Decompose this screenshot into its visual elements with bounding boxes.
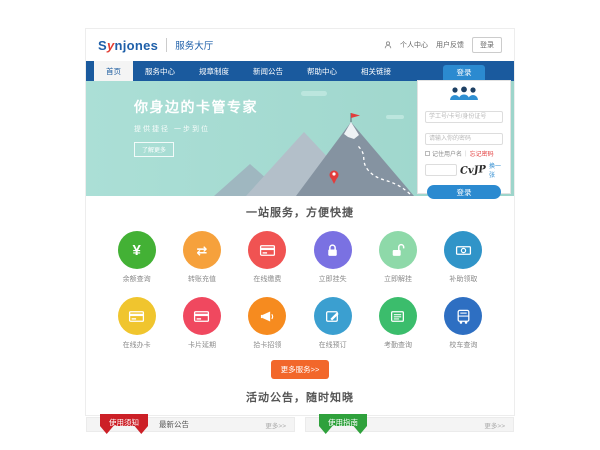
captcha-image[interactable]: CvJP	[460, 164, 487, 177]
page: Synjones 服务大厅 个人中心 用户反馈 登录 首页服务中心规章制度新闻公…	[0, 0, 600, 450]
remember-label: 记住用户名	[432, 149, 462, 158]
mountain-illustration	[214, 112, 419, 196]
captcha-input[interactable]	[425, 164, 457, 176]
nav-item[interactable]: 服务中心	[133, 61, 187, 81]
unlock-icon[interactable]	[379, 231, 417, 269]
services-section: 一站服务，方便快捷 ¥ 余额查询 ⇄ 转账充值 在线缴费 立即挂失 立即解挂 补助领取在线办卡…	[86, 196, 514, 379]
service-item[interactable]: 卡片延期	[169, 297, 234, 350]
captcha-row: CvJP 换一张	[425, 161, 503, 179]
hero-cta-button[interactable]: 了解更多	[134, 142, 174, 157]
banknote-icon[interactable]	[444, 231, 482, 269]
notice-column: 使用须知 最新公告 更多>>	[86, 417, 295, 432]
edit-icon[interactable]	[314, 297, 352, 335]
nav-item[interactable]: 帮助中心	[295, 61, 349, 81]
feedback-link[interactable]: 用户反馈	[436, 40, 464, 50]
service-label: 立即挂失	[319, 274, 347, 284]
login-tab[interactable]: 登录	[443, 65, 485, 80]
services-grid: ¥ 余额查询 ⇄ 转账充值 在线缴费 立即挂失 立即解挂 补助领取在线办卡 卡片延期 拾卡招领 在线…	[86, 231, 514, 350]
announcements-title: 活动公告，随时知晓	[86, 389, 514, 405]
service-label: 校车查询	[449, 340, 477, 350]
service-item[interactable]: 在线缴费	[235, 231, 300, 284]
card-icon[interactable]	[248, 231, 286, 269]
bus-icon[interactable]	[444, 297, 482, 335]
announcement-columns: 使用须知 最新公告 更多>> 使用指南 更多>>	[86, 417, 514, 432]
hero-banner: 你身边的卡管专家 提供捷径 一步到位 了解更多 登录	[86, 81, 514, 196]
header-login-button[interactable]: 登录	[472, 37, 502, 53]
service-item[interactable]: 立即挂失	[300, 231, 365, 284]
list-icon[interactable]	[379, 297, 417, 335]
yuan-icon[interactable]: ¥	[118, 231, 156, 269]
logo: Synjones	[98, 38, 158, 53]
forgot-password-link[interactable]: 忘记密码	[470, 149, 494, 158]
service-item[interactable]: 在线预订	[300, 297, 365, 350]
captcha-refresh-link[interactable]: 换一张	[489, 161, 503, 179]
service-item[interactable]: ⇄ 转账充值	[169, 231, 234, 284]
service-item[interactable]: 立即解挂	[365, 231, 430, 284]
account-input[interactable]	[425, 111, 503, 123]
latest-announcements-label[interactable]: 最新公告	[159, 419, 189, 430]
transfer-icon[interactable]: ⇄	[183, 231, 221, 269]
password-input[interactable]	[425, 133, 503, 145]
site-container: Synjones 服务大厅 个人中心 用户反馈 登录 首页服务中心规章制度新闻公…	[85, 28, 515, 416]
login-submit-button[interactable]: 登录	[427, 185, 501, 199]
service-item[interactable]: 在线办卡	[104, 297, 169, 350]
announcements-section: 活动公告，随时知晓 使用须知 最新公告 更多>> 使用指南 更多>>	[86, 389, 514, 432]
cloud-shape	[301, 91, 327, 96]
guide-more-link[interactable]: 更多>>	[484, 420, 505, 430]
user-icon	[384, 41, 392, 49]
more-services-button[interactable]: 更多服务>>	[271, 360, 330, 379]
nav-item[interactable]: 新闻公告	[241, 61, 295, 81]
users-icon	[425, 86, 503, 101]
guide-column: 使用指南 更多>>	[305, 417, 514, 432]
card-icon[interactable]	[183, 297, 221, 335]
nav-item[interactable]: 规章制度	[187, 61, 241, 81]
divider: |	[465, 151, 467, 157]
nav-item[interactable]: 首页	[94, 61, 133, 81]
card-icon[interactable]	[118, 297, 156, 335]
header-links: 个人中心 用户反馈 登录	[384, 37, 502, 53]
service-item[interactable]: 考勤查询	[365, 297, 430, 350]
remember-checkbox[interactable]	[425, 151, 430, 156]
service-label: 拾卡招领	[253, 340, 281, 350]
service-item[interactable]: 补助领取	[431, 231, 496, 284]
service-item[interactable]: 拾卡招领	[235, 297, 300, 350]
login-panel: 登录 记住用户名 | 忘记密码	[417, 65, 511, 194]
megaphone-icon[interactable]	[248, 297, 286, 335]
service-label: 转账充值	[188, 274, 216, 284]
service-label: 立即解挂	[384, 274, 412, 284]
lock-icon[interactable]	[314, 231, 352, 269]
service-label: 卡片延期	[188, 340, 216, 350]
service-label: 在线预订	[319, 340, 347, 350]
service-label: 在线缴费	[253, 274, 281, 284]
personal-center-link[interactable]: 个人中心	[400, 40, 428, 50]
service-item[interactable]: 校车查询	[431, 297, 496, 350]
top-header: Synjones 服务大厅 个人中心 用户反馈 登录	[86, 29, 514, 61]
service-item[interactable]: ¥ 余额查询	[104, 231, 169, 284]
service-label: 余额查询	[123, 274, 151, 284]
notice-more-link[interactable]: 更多>>	[265, 420, 286, 430]
remember-row: 记住用户名 | 忘记密码	[425, 149, 503, 158]
service-label: 在线办卡	[123, 340, 151, 350]
service-label: 考勤查询	[384, 340, 412, 350]
nav-item[interactable]: 相关链接	[349, 61, 403, 81]
service-label: 补助领取	[449, 274, 477, 284]
login-form: 记住用户名 | 忘记密码 CvJP 换一张 登录	[417, 80, 511, 194]
site-title: 服务大厅	[166, 38, 213, 52]
services-title: 一站服务，方便快捷	[86, 204, 514, 220]
